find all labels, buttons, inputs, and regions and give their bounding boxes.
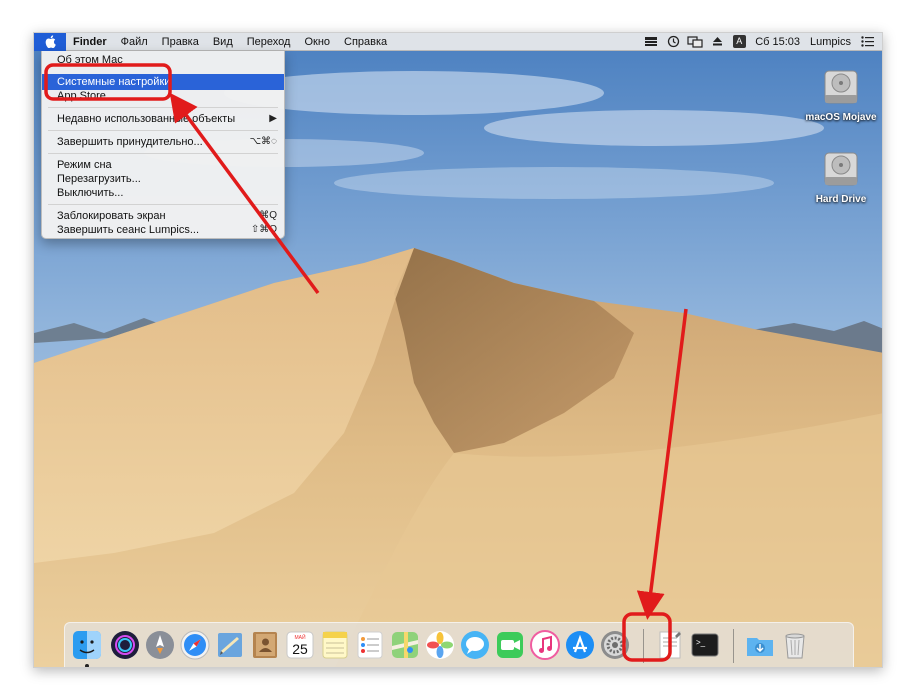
eject-icon[interactable] — [706, 33, 728, 51]
menu-item-label: Выключить... — [57, 187, 124, 199]
menu-item-log-out[interactable]: Завершить сеанс Lumpics... ⇧⌘Q — [42, 223, 284, 237]
menu-item-label: Недавно использованные объекты — [57, 113, 236, 125]
dock-separator — [733, 629, 734, 663]
calendar-day-label: 25 — [292, 641, 308, 657]
menu-item-label: Режим сна — [57, 159, 112, 171]
contacts-icon[interactable] — [250, 630, 280, 660]
menu-item-label: Заблокировать экран — [57, 210, 166, 222]
menu-item-label: App Store — [57, 90, 106, 102]
calendar-month-label: МАЙ — [294, 633, 306, 641]
menu-help[interactable]: Справка — [337, 33, 394, 51]
mail-icon[interactable] — [215, 630, 245, 660]
photos-icon[interactable] — [425, 630, 455, 660]
apple-menu-button[interactable] — [34, 33, 66, 51]
apple-logo-icon — [45, 35, 56, 48]
menu-item-label: Завершить сеанс Lumpics... — [57, 224, 200, 236]
dock: МАЙ 25 >_ — [64, 622, 854, 667]
menu-item-force-quit[interactable]: Завершить принудительно... ⌥⌘◌ — [42, 135, 284, 149]
menu-edit[interactable]: Правка — [155, 33, 206, 51]
input-source-label: A — [732, 35, 746, 48]
menu-view[interactable]: Вид — [206, 33, 240, 51]
menu-item-system-preferences[interactable]: Системные настройки — [42, 74, 284, 90]
menu-clock[interactable]: Сб 15:03 — [750, 33, 805, 51]
menu-item-label: Об этом Mac — [57, 54, 123, 66]
system-preferences-icon[interactable] — [600, 630, 630, 660]
menu-item-sleep[interactable]: Режим сна — [42, 158, 284, 172]
notes-icon[interactable] — [320, 630, 350, 660]
trash-icon[interactable] — [780, 630, 810, 660]
reminders-icon[interactable] — [355, 630, 385, 660]
list-icon[interactable] — [856, 33, 878, 51]
input-source-icon[interactable]: A — [728, 33, 750, 51]
submenu-arrow-icon: ▶ — [269, 113, 277, 124]
bookmark-icon[interactable] — [640, 33, 662, 51]
menu-item-app-store[interactable]: App Store — [42, 89, 284, 103]
time-machine-icon[interactable] — [662, 33, 684, 51]
menu-item-label: Перезагрузить... — [57, 173, 141, 185]
safari-icon[interactable] — [180, 630, 210, 660]
desktop-icon-macos-mojave[interactable]: macOS Mojave — [796, 65, 882, 123]
menu-separator — [48, 107, 278, 108]
running-indicator — [85, 664, 89, 667]
menu-user[interactable]: Lumpics — [805, 33, 856, 51]
screen: Finder Файл Правка Вид Переход Окно Спра… — [33, 32, 883, 668]
menu-item-label: Системные настройки — [57, 76, 171, 88]
hard-drive-icon — [824, 152, 858, 186]
finder-icon[interactable] — [72, 630, 102, 660]
menu-window[interactable]: Окно — [297, 33, 337, 51]
downloads-folder-icon[interactable] — [745, 630, 775, 660]
launchpad-icon[interactable] — [145, 630, 175, 660]
menu-item-restart[interactable]: Перезагрузить... — [42, 172, 284, 186]
display-mirror-icon[interactable] — [684, 33, 706, 51]
menu-item-shut-down[interactable]: Выключить... — [42, 186, 284, 200]
svg-text:>_: >_ — [696, 638, 706, 647]
desktop-icon-label: Hard Drive — [815, 194, 867, 205]
siri-icon[interactable] — [110, 630, 140, 660]
dock-separator — [643, 629, 644, 663]
calendar-icon[interactable]: МАЙ 25 — [285, 630, 315, 660]
maps-icon[interactable] — [390, 630, 420, 660]
menu-bar: Finder Файл Правка Вид Переход Окно Спра… — [34, 33, 882, 51]
menu-app-name[interactable]: Finder — [66, 33, 114, 51]
menu-item-shortcut: ⌥⌘◌ — [249, 136, 277, 147]
menu-separator — [48, 204, 278, 205]
desktop-icon-label: macOS Mojave — [805, 112, 877, 123]
menu-item-shortcut: ⇧⌘Q — [250, 224, 277, 235]
textedit-icon[interactable] — [655, 630, 685, 660]
facetime-icon[interactable] — [495, 630, 525, 660]
menu-file[interactable]: Файл — [114, 33, 155, 51]
menu-item-label: Завершить принудительно... — [57, 136, 203, 148]
desktop-icon-hard-drive[interactable]: Hard Drive — [796, 147, 882, 205]
menu-item-about-mac[interactable]: Об этом Mac — [42, 53, 284, 67]
apple-menu-dropdown: Об этом Mac Системные настройки App Stor… — [41, 51, 285, 239]
menu-item-shortcut: ⌘Q — [259, 210, 277, 221]
menu-separator — [48, 130, 278, 131]
menu-go[interactable]: Переход — [240, 33, 298, 51]
messages-icon[interactable] — [460, 630, 490, 660]
menu-separator — [48, 153, 278, 154]
itunes-icon[interactable] — [530, 630, 560, 660]
terminal-icon[interactable]: >_ — [690, 630, 720, 660]
app-store-icon[interactable] — [565, 630, 595, 660]
menu-item-lock-screen[interactable]: Заблокировать экран ⌘Q — [42, 209, 284, 223]
menu-item-recent-items[interactable]: Недавно использованные объекты ▶ — [42, 112, 284, 126]
hard-drive-icon — [824, 70, 858, 104]
status-area: A Сб 15:03 Lumpics — [640, 33, 882, 51]
